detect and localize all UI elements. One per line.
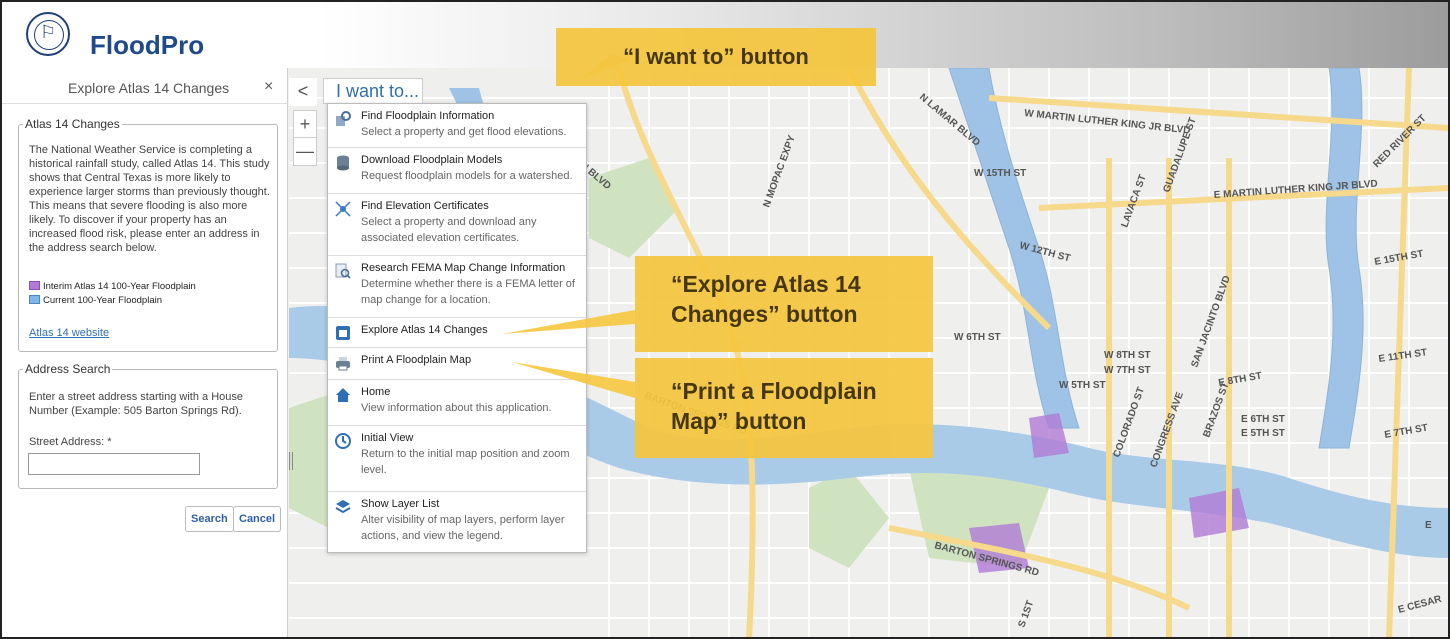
callout-explore-atlas: “Explore Atlas 14 Changes” button (635, 256, 933, 352)
callout-line-2: Changes” button (671, 301, 858, 327)
callout-line-1: “Print a Floodplain (671, 378, 877, 404)
app-frame: FloodPro Explore Atlas 14 Changes × Atla… (0, 0, 1450, 639)
callout-line-1: “Explore Atlas 14 (671, 271, 861, 297)
callout-i-want-to: “I want to” button (556, 28, 876, 86)
callout-line-2: Map” button (671, 408, 807, 434)
callout-i-want-to-text: “I want to” button (623, 44, 809, 69)
callout-print-map: “Print a Floodplain Map” button (635, 358, 933, 458)
